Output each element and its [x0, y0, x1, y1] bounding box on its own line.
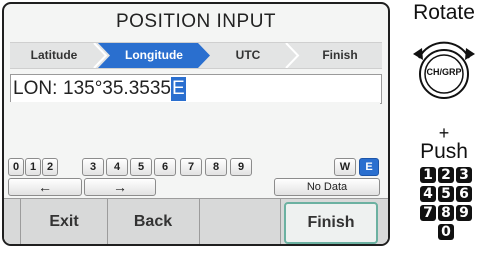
no-data-button[interactable]: No Data: [274, 178, 380, 196]
entry-blank-area: [10, 102, 380, 144]
digit-1-icon: 1: [420, 167, 436, 183]
empty-softkey[interactable]: [200, 199, 281, 244]
step-breadcrumb: Latitude Longitude UTC Finish: [10, 42, 382, 69]
key-east[interactable]: E: [359, 158, 379, 176]
key-2[interactable]: 2: [42, 158, 58, 176]
back-button[interactable]: Back: [107, 199, 200, 244]
longitude-label: LON:: [13, 78, 58, 99]
key-7[interactable]: 7: [180, 158, 202, 176]
screen-title: POSITION INPUT: [115, 11, 277, 32]
digit-3-icon: 3: [456, 167, 472, 183]
key-6[interactable]: 6: [154, 158, 176, 176]
rotate-label: Rotate: [413, 1, 475, 24]
key-4[interactable]: 4: [106, 158, 128, 176]
softkey-bar: Exit Back Finish: [4, 198, 388, 244]
knob-label: CH/GRP: [426, 67, 462, 77]
step-longitude[interactable]: Longitude: [110, 43, 198, 68]
longitude-value-text: 135°35.3535: [63, 78, 171, 99]
digit-7-icon: 7: [420, 205, 436, 221]
key-9[interactable]: 9: [230, 158, 252, 176]
push-label: Push: [420, 140, 468, 163]
cursor-right-button[interactable]: →: [84, 178, 156, 196]
longitude-value: 135°35.3535E: [63, 77, 186, 101]
digit-9-icon: 9: [456, 205, 472, 221]
digit-8-icon: 8: [438, 205, 454, 221]
longitude-entry-field[interactable]: LON: 135°35.3535E: [10, 74, 382, 104]
digit-0-icon: 0: [438, 224, 454, 240]
exit-button[interactable]: Exit: [20, 199, 108, 244]
step-utc[interactable]: UTC: [210, 43, 286, 68]
radio-screen: POSITION INPUT Latitude Longitude UTC Fi…: [2, 2, 390, 246]
key-5[interactable]: 5: [130, 158, 152, 176]
key-west[interactable]: W: [334, 158, 356, 176]
finish-button[interactable]: Finish: [284, 202, 378, 244]
digit-2-icon: 2: [438, 167, 454, 183]
digit-6-icon: 6: [456, 186, 472, 202]
digit-5-icon: 5: [438, 186, 454, 202]
key-1[interactable]: 1: [25, 158, 41, 176]
key-8[interactable]: 8: [205, 158, 227, 176]
text-cursor: E: [170, 77, 186, 101]
step-finish[interactable]: Finish: [300, 43, 380, 68]
key-3[interactable]: 3: [82, 158, 104, 176]
step-latitude[interactable]: Latitude: [14, 43, 94, 68]
key-0[interactable]: 0: [8, 158, 24, 176]
digit-4-icon: 4: [420, 186, 436, 202]
cursor-left-button[interactable]: ←: [8, 178, 82, 196]
